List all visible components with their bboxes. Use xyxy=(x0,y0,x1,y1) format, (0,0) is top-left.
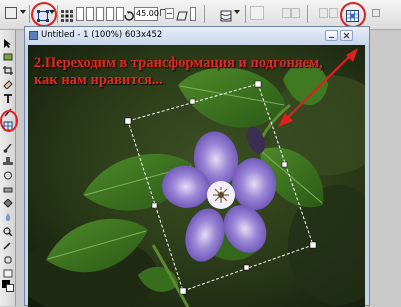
close-icon xyxy=(343,32,350,39)
commit-icon[interactable] xyxy=(282,8,291,18)
rotate-view-icon[interactable] xyxy=(3,263,13,278)
text-tool-icon[interactable] xyxy=(3,88,13,103)
eraser-tool-icon[interactable] xyxy=(3,74,13,90)
minimize-icon xyxy=(329,37,334,38)
skew-icon[interactable] xyxy=(176,7,188,21)
crop-tool-icon[interactable] xyxy=(3,60,13,75)
document-icon xyxy=(29,31,38,40)
blur-tool-icon[interactable] xyxy=(3,207,13,221)
move-tool-icon[interactable] xyxy=(3,33,13,48)
align-icon[interactable] xyxy=(319,8,328,18)
warp-icon[interactable] xyxy=(220,7,232,22)
document-window: Untitled - 1 (100%) 603x452 2.Переходим … xyxy=(24,26,370,307)
rotation-angle-field[interactable]: 45.00 xyxy=(134,7,159,21)
toolbar-separator xyxy=(29,5,30,23)
chevron-down-icon[interactable] xyxy=(20,10,26,14)
document-titlebar[interactable]: Untitled - 1 (100%) 603x452 xyxy=(25,27,369,45)
annotation-circle-grid-button xyxy=(340,2,366,28)
annotation-circle-transform-tool xyxy=(0,110,18,132)
document-title: Untitled - 1 (100%) 603x452 xyxy=(41,30,163,40)
distribute-icon[interactable] xyxy=(329,8,338,18)
toolbox xyxy=(0,30,16,306)
zoom-tool-icon[interactable] xyxy=(3,221,13,237)
angle-stepper[interactable] xyxy=(165,8,174,19)
close-button[interactable] xyxy=(340,30,353,41)
background-color-swatch[interactable] xyxy=(6,284,14,292)
brush-tool-icon[interactable] xyxy=(3,138,13,153)
reference-point-icon[interactable] xyxy=(61,7,73,22)
skew-field[interactable] xyxy=(190,7,196,21)
eraser-icon[interactable] xyxy=(3,179,13,193)
toolbar-separator xyxy=(307,5,308,23)
stamp-tool-icon[interactable] xyxy=(3,151,13,165)
interpolation-icon[interactable] xyxy=(250,6,264,20)
hand-tool-icon[interactable] xyxy=(3,249,13,264)
x-field[interactable] xyxy=(76,7,84,21)
lasso-tool-icon[interactable] xyxy=(3,47,13,61)
toolbar-separator xyxy=(57,5,58,23)
history-brush-icon[interactable] xyxy=(3,165,13,180)
image-canvas[interactable]: 2.Переходим в трансформация и подгоняем,… xyxy=(28,45,365,307)
width-field[interactable] xyxy=(106,7,114,21)
bucket-tool-icon[interactable] xyxy=(3,193,13,208)
delta-field[interactable] xyxy=(96,7,104,21)
annotation-circle-transform-button xyxy=(31,2,57,27)
eyedropper-tool-icon[interactable] xyxy=(3,235,13,250)
toolbar-separator xyxy=(245,5,246,23)
toolbar-separator xyxy=(204,5,205,23)
instruction-caption: 2.Переходим в трансформация и подгоняем,… xyxy=(34,55,323,88)
y-field[interactable] xyxy=(86,7,94,21)
minimize-button[interactable] xyxy=(325,30,338,41)
tool-preset-icon[interactable] xyxy=(5,7,17,19)
palette-icon[interactable] xyxy=(372,9,380,17)
cancel-icon[interactable] xyxy=(291,8,300,18)
warp-dropdown-icon[interactable] xyxy=(234,10,240,14)
